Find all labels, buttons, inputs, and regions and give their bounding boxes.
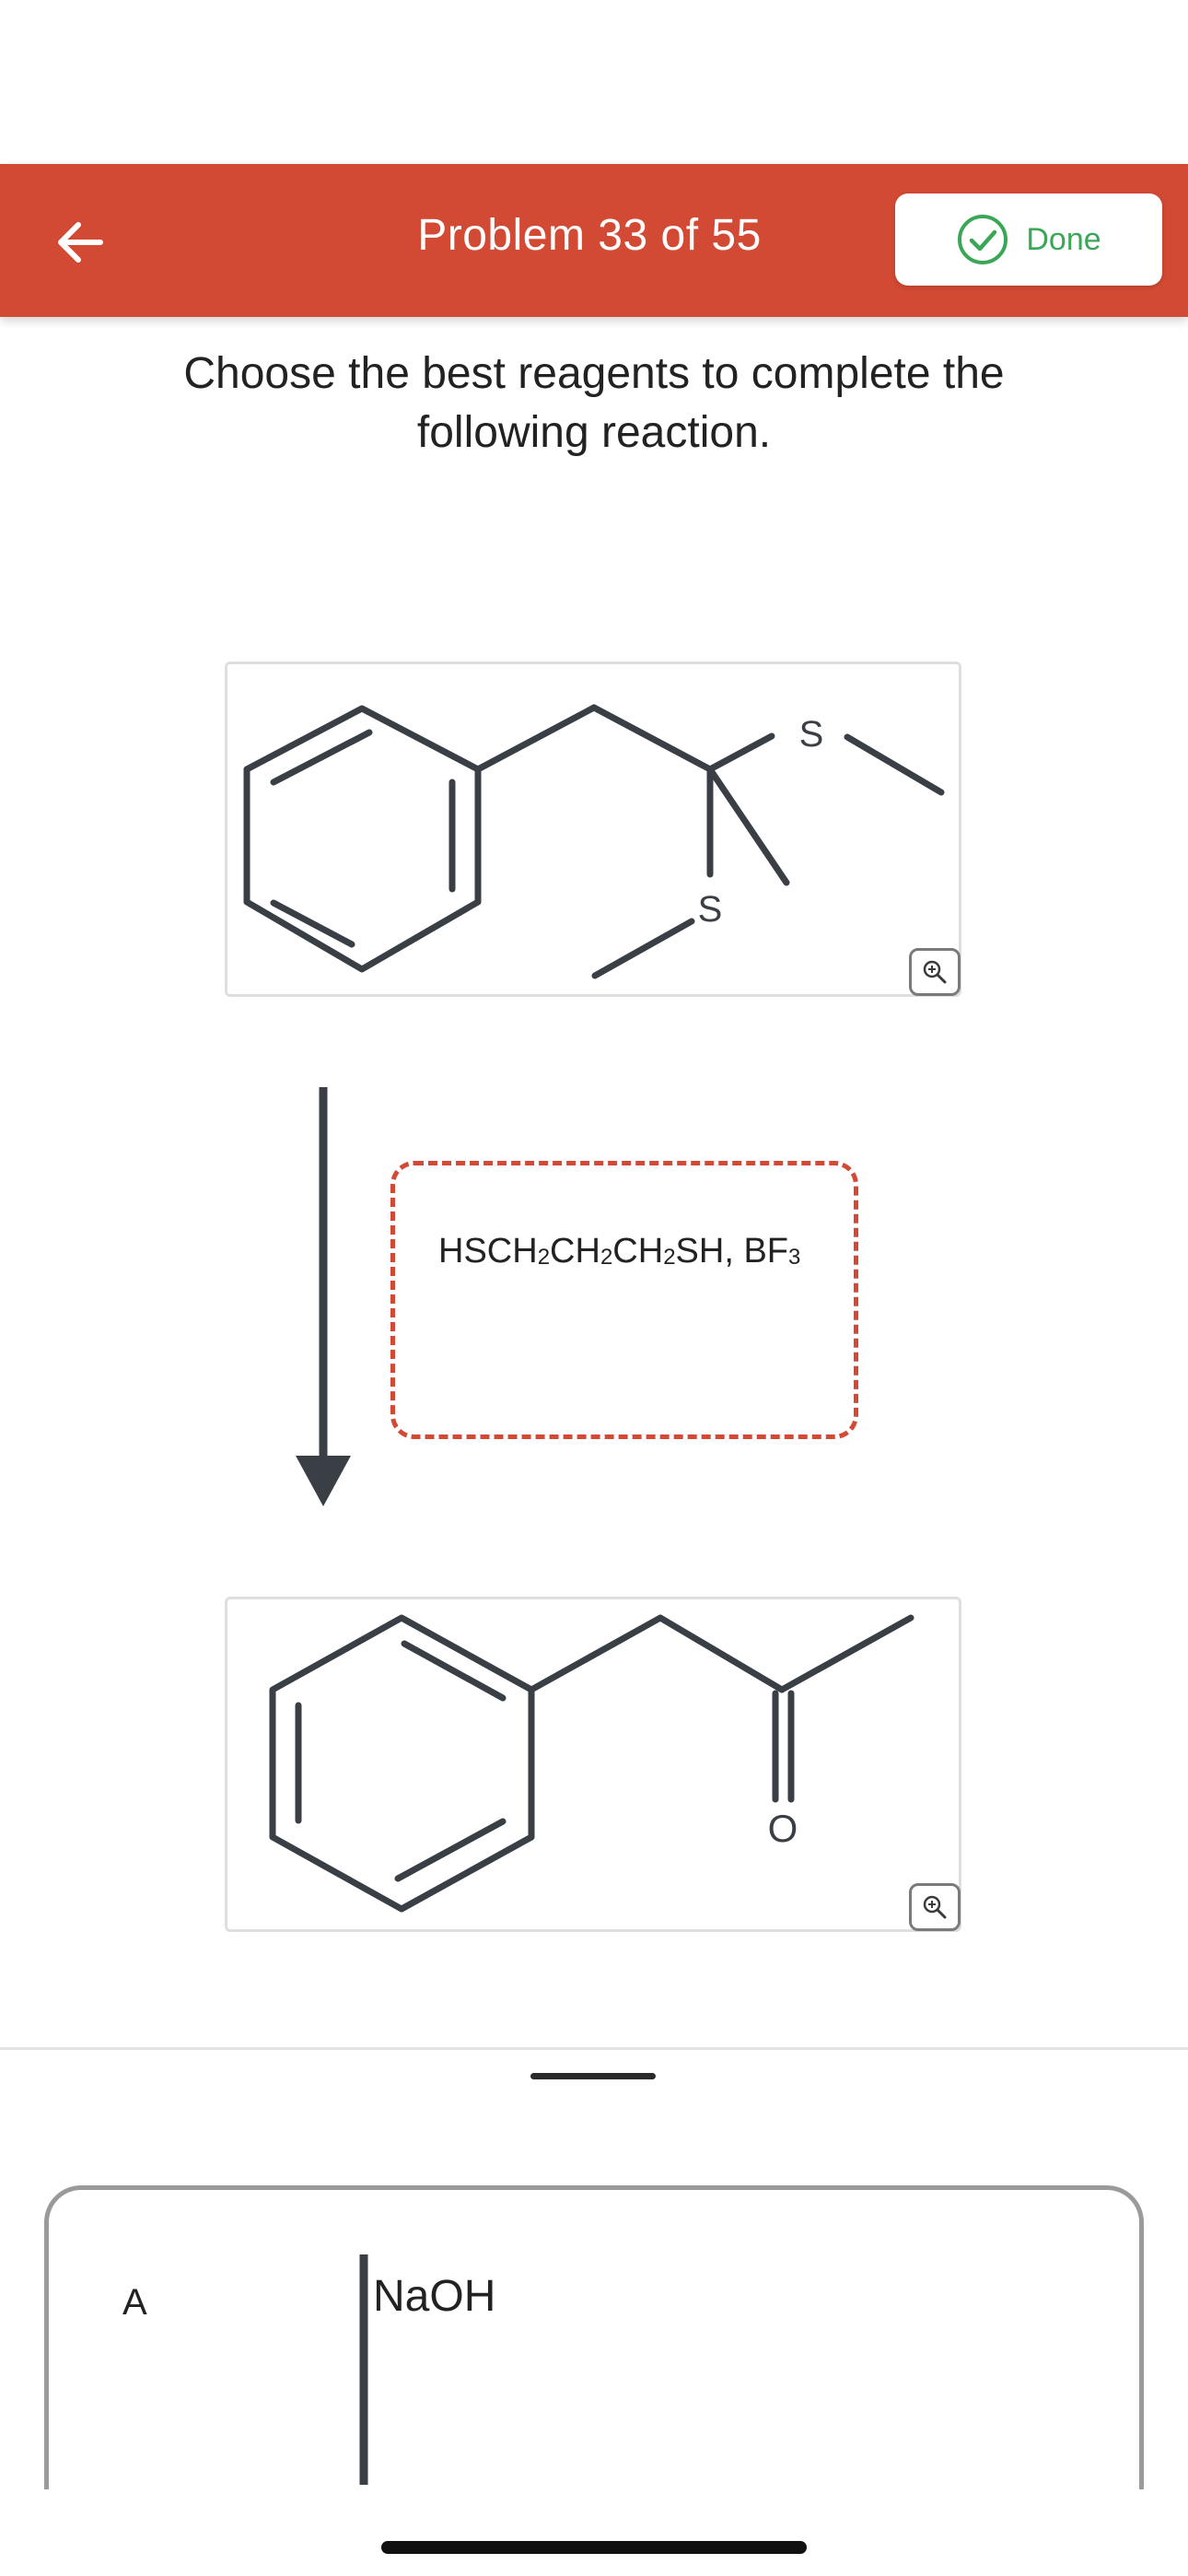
selected-reagent: HSCH2CH2CH2SH, BF3 bbox=[438, 1232, 801, 1270]
reactant-structure: S S bbox=[243, 704, 945, 979]
prompt-line-1: Choose the best reagents to complete the bbox=[183, 349, 1005, 398]
zoom-button[interactable] bbox=[909, 948, 961, 996]
product-structure: O bbox=[269, 1614, 914, 1913]
answer-option-a[interactable]: A NaOH bbox=[44, 2185, 1144, 2489]
prompt-line-2: following reaction. bbox=[416, 408, 772, 457]
reaction-arrow bbox=[296, 1087, 351, 1506]
sheet-divider bbox=[0, 2047, 1188, 2050]
done-label: Done bbox=[1026, 221, 1101, 257]
option-letter: A bbox=[122, 2282, 147, 2323]
done-button[interactable]: Done bbox=[895, 193, 1162, 286]
zoom-in-icon bbox=[923, 1895, 947, 1919]
option-reaction-arrow bbox=[359, 2254, 368, 2485]
reactant-structure-card[interactable]: S S bbox=[225, 662, 961, 997]
product-structure-card[interactable]: O bbox=[225, 1597, 961, 1932]
reagent-answer-box[interactable] bbox=[390, 1161, 858, 1439]
sheet-drag-handle[interactable] bbox=[530, 2073, 656, 2079]
option-reagent: NaOH bbox=[373, 2272, 496, 2321]
question-prompt: Choose the best reagents to complete the… bbox=[92, 345, 1096, 463]
home-indicator[interactable] bbox=[381, 2541, 807, 2554]
oxygen-atom-label: O bbox=[768, 1807, 798, 1850]
sulfur-atom-label: S bbox=[698, 889, 723, 930]
sulfur-atom-label: S bbox=[799, 714, 824, 755]
check-circle-icon bbox=[958, 215, 1008, 264]
zoom-in-icon bbox=[923, 960, 947, 984]
zoom-button[interactable] bbox=[909, 1883, 961, 1931]
problem-header: Problem 33 of 55 Done bbox=[0, 164, 1188, 317]
